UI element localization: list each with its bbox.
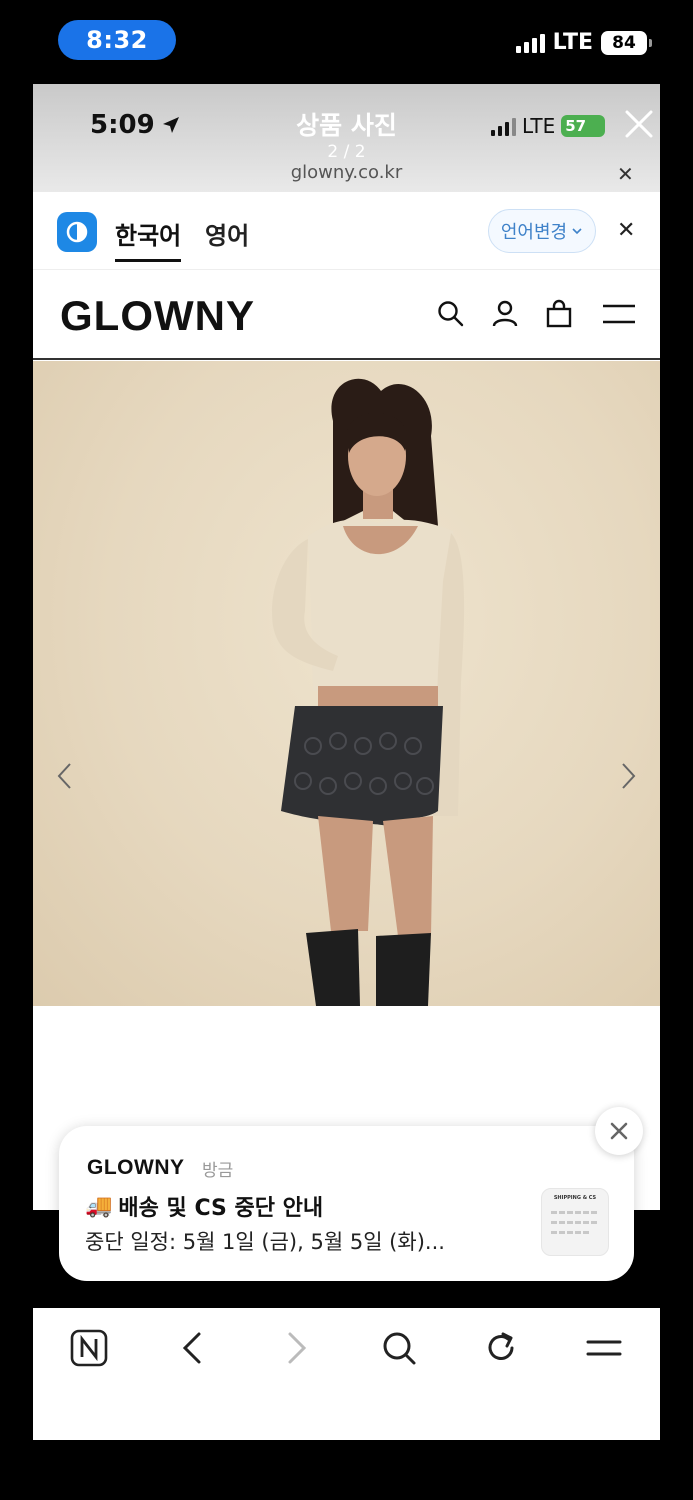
forward-arrow-icon[interactable] <box>276 1328 316 1368</box>
network-label: LTE <box>552 30 593 55</box>
translate-bar: 한국어 영어 언어변경 ✕ <box>33 192 660 270</box>
inner-network-label: LTE <box>522 114 556 138</box>
close-icon <box>610 1122 628 1140</box>
inner-status-indicators: LTE 57 <box>491 114 606 138</box>
back-arrow-icon[interactable] <box>173 1328 213 1368</box>
model-photo <box>272 378 465 1006</box>
naver-home-icon[interactable] <box>69 1328 109 1368</box>
user-icon[interactable] <box>489 298 521 330</box>
notification-time: 방금 <box>202 1161 234 1181</box>
status-indicators: LTE 84 <box>515 30 652 55</box>
chevron-down-icon <box>572 228 582 235</box>
prev-image-arrow-icon[interactable] <box>53 761 77 791</box>
push-notification[interactable]: GLOWNY 방금 🚚 배송 및 CS 중단 안내 중단 일정: 5월 1일 (… <box>59 1126 634 1281</box>
battery-icon: 84 <box>601 30 652 55</box>
status-time[interactable]: 8:32 <box>58 20 176 60</box>
product-image[interactable] <box>33 361 660 1006</box>
inner-signal-icon <box>491 116 516 136</box>
next-image-arrow-icon[interactable] <box>616 761 640 791</box>
notification-body: 중단 일정: 5월 1일 (금), 5월 5일 (화)... <box>85 1230 445 1254</box>
cart-icon[interactable] <box>543 298 575 330</box>
notification-title: 🚚 배송 및 CS 중단 안내 <box>85 1190 323 1222</box>
url-close-icon[interactable]: ✕ <box>617 162 634 186</box>
refresh-icon[interactable] <box>481 1328 521 1368</box>
site-logo[interactable]: GLOWNY <box>60 292 255 340</box>
search-icon[interactable] <box>435 298 467 330</box>
language-change-button[interactable]: 언어변경 <box>488 209 596 253</box>
translate-close-icon[interactable]: ✕ <box>617 218 635 243</box>
viewer-url: glowny.co.kr <box>290 162 403 183</box>
notification-title-text: 배송 및 CS 중단 안내 <box>118 1196 324 1221</box>
site-header: GLOWNY <box>33 270 660 360</box>
calendar-thumbnail <box>551 1211 597 1234</box>
inner-battery-icon: 57 <box>561 115 606 137</box>
notification-app-name: GLOWNY <box>87 1156 185 1179</box>
viewer-count: 2 / 2 <box>327 142 366 162</box>
battery-level: 84 <box>612 32 636 53</box>
tab-english[interactable]: 영어 <box>205 216 249 251</box>
notification-close-button[interactable] <box>595 1107 643 1155</box>
menu-icon[interactable] <box>601 298 637 330</box>
signal-icon <box>515 33 545 53</box>
outer-status-bar: 8:32 LTE 84 <box>0 0 693 84</box>
inner-battery-level: 57 <box>565 117 587 135</box>
browser-toolbar <box>33 1308 660 1440</box>
viewer-close-icon[interactable] <box>621 106 657 142</box>
language-change-label: 언어변경 <box>500 222 568 243</box>
translate-icon <box>57 212 97 252</box>
menu-icon[interactable] <box>584 1328 624 1368</box>
search-icon[interactable] <box>379 1328 419 1368</box>
photo-frame: 5:09 상품 사진 2 / 2 glowny.co.kr LTE 57 ✕ 한… <box>33 84 660 1210</box>
viewer-header: 5:09 상품 사진 2 / 2 glowny.co.kr LTE 57 ✕ <box>33 84 660 192</box>
notification-thumbnail: SHIPPING & CS <box>541 1188 609 1256</box>
tab-korean[interactable]: 한국어 <box>115 216 182 262</box>
truck-icon: 🚚 <box>85 1193 113 1219</box>
